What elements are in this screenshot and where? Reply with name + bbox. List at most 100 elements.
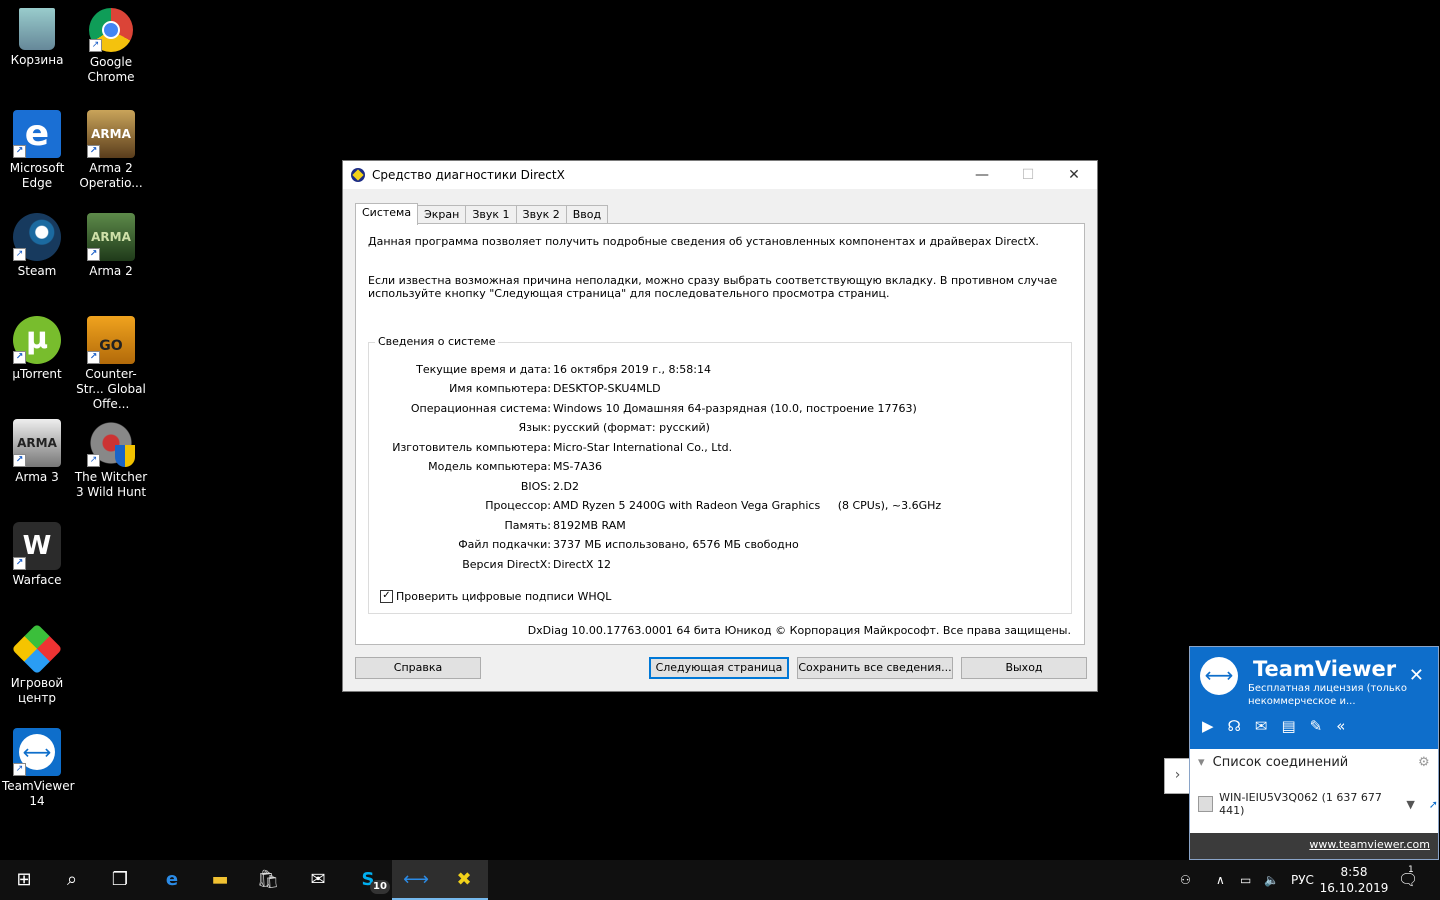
shortcut-arrow-icon: ↗ (13, 248, 26, 261)
teamviewer-link[interactable]: www.teamviewer.com (1309, 838, 1430, 851)
collapse-icon[interactable]: « (1336, 717, 1345, 735)
people-icon[interactable]: ⚇ (1180, 860, 1191, 900)
desktop-icon-game-center[interactable]: Игровой центр (0, 623, 74, 706)
computer-icon (1198, 796, 1214, 812)
file-explorer-icon[interactable]: ▬ (196, 860, 244, 900)
info-key: Язык: (518, 421, 551, 434)
teamviewer-footer: www.teamviewer.com (1190, 833, 1438, 859)
desktop-icon-arma3[interactable]: ARMA ↗ Arma 3 (0, 419, 74, 485)
edge-icon: e ↗ (13, 110, 61, 158)
info-value: 3737 МБ использовано, 6576 МБ свободно (553, 538, 799, 551)
save-all-button[interactable]: Сохранить все сведения... (797, 657, 953, 679)
search-icon[interactable]: ⌕ (48, 860, 96, 900)
chevron-down-icon: ▾ (1198, 755, 1205, 770)
minimize-button[interactable]: — (959, 161, 1005, 189)
desktop-icon-edge[interactable]: e ↗ Microsoft Edge (0, 110, 74, 191)
info-key: Модель компьютера: (428, 460, 551, 473)
help-button[interactable]: Справка (355, 657, 481, 679)
group-title: Сведения о системе (375, 335, 499, 348)
info-row-model: Модель компьютера: MS-7A36 (369, 460, 1069, 476)
headset-icon[interactable]: ☊ (1228, 717, 1241, 735)
info-key: Файл подкачки: (458, 538, 551, 551)
task-view-icon[interactable]: ❐ (96, 860, 144, 900)
desktop-icon-recycle-bin[interactable]: Корзина (0, 8, 74, 68)
whql-label: Проверить цифровые подписи WHQL (396, 590, 612, 603)
shortcut-arrow-icon: ↗ (89, 39, 102, 52)
gear-icon[interactable]: ⚙ (1418, 755, 1430, 770)
system-tab-panel: Данная программа позволяет получить подр… (355, 223, 1085, 645)
desktop-icon-arma2oa[interactable]: ARMA ↗ Arma 2 Operatio... (74, 110, 148, 191)
dropdown-arrow-icon[interactable]: ▼ (1406, 798, 1414, 811)
info-row-processor: Процессор: AMD Ryzen 5 2400G with Radeon … (369, 499, 1069, 515)
start-button[interactable]: ⊞ (0, 860, 48, 900)
notification-count: 1 (1408, 865, 1414, 875)
dxdiag-taskbar-icon[interactable]: ✖ (440, 860, 488, 900)
volume-icon[interactable]: 🔈 (1264, 860, 1279, 900)
maximize-button: ☐ (1021, 167, 1035, 183)
teamviewer-close-button[interactable]: ✕ (1409, 665, 1424, 686)
cursor-icon[interactable]: ➚ (1429, 798, 1438, 811)
info-value: 2.D2 (553, 480, 579, 493)
shortcut-arrow-icon: ↗ (13, 145, 26, 158)
system-info-group: Сведения о системе Текущие время и дата:… (368, 335, 1072, 614)
close-button[interactable]: ✕ (1051, 161, 1097, 189)
clock-time: 8:58 (1340, 865, 1368, 879)
tab-display[interactable]: Экран (417, 205, 467, 224)
tab-system[interactable]: Система (355, 203, 419, 225)
tab-sound-2[interactable]: Звук 2 (515, 205, 567, 224)
store-icon[interactable]: 🛍 (244, 860, 292, 900)
edge-taskbar-icon[interactable]: e (148, 860, 196, 900)
steam-icon: ↗ (13, 213, 61, 261)
info-value: русский (формат: русский) (553, 421, 710, 434)
pen-icon[interactable]: ✎ (1310, 717, 1323, 735)
skype-icon[interactable]: S 10 (344, 860, 392, 900)
info-value: DirectX 12 (553, 558, 611, 571)
shortcut-arrow-icon: ↗ (87, 454, 100, 467)
checkbox-check-icon[interactable]: ✓ (380, 590, 393, 603)
connection-item[interactable]: WIN-IEIU5V3Q062 (1 637 677 441) ▼ ➚ (1198, 791, 1438, 817)
desktop-icon-label: Arma 3 (15, 470, 59, 484)
desktop-icon-csgo[interactable]: GO ↗ Counter-Str... Global Offe... (74, 316, 148, 412)
tab-sound-1[interactable]: Звук 1 (465, 205, 517, 224)
shortcut-arrow-icon: ↗ (13, 454, 26, 467)
skype-badge: 10 (370, 880, 390, 894)
language-indicator[interactable]: РУС (1291, 860, 1314, 900)
next-page-button[interactable]: Следующая страница (649, 657, 789, 679)
teamviewer-taskbar-icon[interactable]: ⟷ (392, 860, 440, 900)
file-transfer-icon[interactable]: ▤ (1281, 717, 1295, 735)
desktop-icon-arma2[interactable]: ARMA ↗ Arma 2 (74, 213, 148, 279)
teamviewer-expand-button[interactable]: › (1164, 758, 1190, 794)
connection-list-header[interactable]: ▾ Список соединений ⚙ (1198, 755, 1430, 770)
network-icon[interactable]: ▭ (1240, 860, 1251, 900)
desktop-icon-label: Arma 2 Operatio... (79, 161, 143, 190)
arma3-icon: ARMA ↗ (13, 419, 61, 467)
exit-button[interactable]: Выход (961, 657, 1087, 679)
info-row-directx-version: Версия DirectX: DirectX 12 (369, 558, 1069, 574)
witcher3-icon: ↗ (87, 419, 135, 467)
notifications-icon[interactable]: 🗨 1 (1398, 860, 1418, 900)
desktop-icon-steam[interactable]: ↗ Steam (0, 213, 74, 279)
desktop-icon-witcher3[interactable]: ↗ The Witcher 3 Wild Hunt (74, 419, 148, 500)
dxdiag-window: Средство диагностики DirectX — ☐ ✕ Систе… (342, 160, 1098, 692)
title-bar[interactable]: Средство диагностики DirectX — ☐ ✕ (343, 161, 1097, 189)
intro-hint-text: Если известна возможная причина неполадк… (368, 274, 1058, 300)
chat-icon[interactable]: ✉ (1255, 717, 1268, 735)
shortcut-arrow-icon: ↗ (13, 763, 26, 776)
desktop-icon-label: Steam (17, 264, 57, 278)
tab-input[interactable]: Ввод (565, 205, 609, 224)
desktop-icon-utorrent[interactable]: µ ↗ µTorrent (0, 316, 74, 382)
desktop-icon-teamviewer[interactable]: ⟷ ↗ TeamViewer 14 (0, 728, 75, 809)
desktop-icon-chrome[interactable]: ↗ Google Chrome (74, 8, 148, 85)
recycle-bin-icon (19, 8, 55, 50)
chevron-up-icon[interactable]: ∧ (1216, 860, 1225, 900)
warface-icon: W ↗ (13, 522, 61, 570)
clock[interactable]: 8:58 16.10.2019 (1318, 864, 1390, 896)
teamviewer-toolbar: ▶ ☊ ✉ ▤ ✎ « (1202, 717, 1345, 735)
mail-icon[interactable]: ✉ (294, 860, 342, 900)
desktop-icon-warface[interactable]: W ↗ Warface (0, 522, 74, 588)
whql-checkbox[interactable]: ✓ Проверить цифровые подписи WHQL (380, 590, 611, 603)
desktop-icon-label: Игровой центр (10, 676, 64, 705)
info-value: Windows 10 Домашняя 64-разрядная (10.0, … (553, 402, 917, 415)
video-icon[interactable]: ▶ (1202, 717, 1214, 735)
info-row-language: Язык: русский (формат: русский) (369, 421, 1069, 437)
